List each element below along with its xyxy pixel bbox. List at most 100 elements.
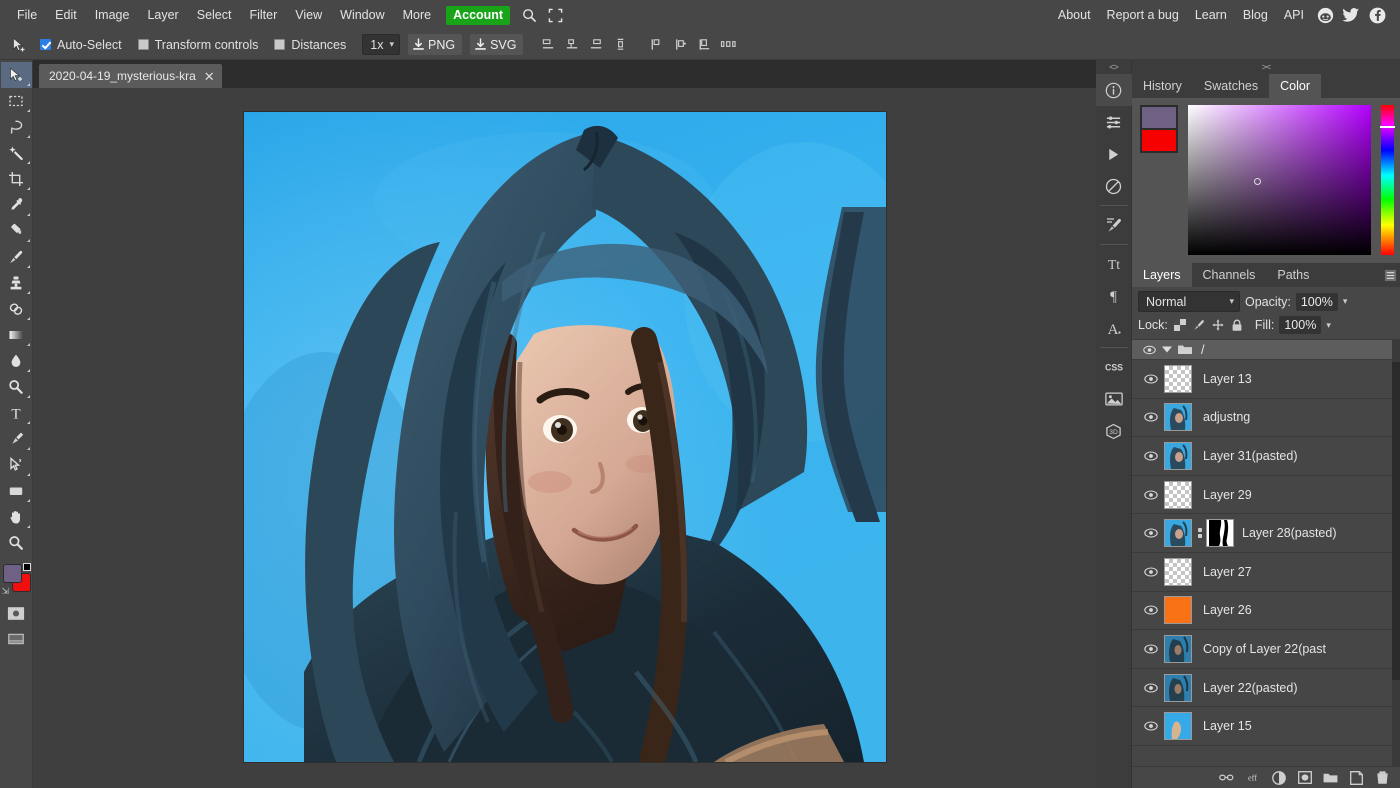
layer-thumbnail[interactable]	[1164, 480, 1192, 509]
lock-transparency-icon[interactable]	[1173, 318, 1187, 332]
layers-scrollbar[interactable]	[1392, 340, 1400, 766]
align-middle-icon[interactable]	[561, 34, 583, 56]
adjustments-sliders-icon[interactable]	[1096, 106, 1132, 138]
menu-select[interactable]: Select	[188, 0, 241, 30]
collapse-panels-icon[interactable]: ><	[1132, 60, 1400, 74]
layers-list[interactable]: / Layer 13 adjustng Layer 31(pasted) Lay…	[1132, 339, 1400, 766]
lock-position-icon[interactable]	[1211, 318, 1225, 332]
foreground-color-swatch[interactable]	[1140, 105, 1178, 130]
screen-mode-button[interactable]	[1, 626, 32, 652]
layer-thumbnail[interactable]	[1164, 596, 1192, 625]
color-swatches[interactable]: ⇲	[1, 562, 32, 596]
move-tool[interactable]	[0, 62, 32, 88]
color-picker-cursor[interactable]	[1254, 178, 1261, 185]
align-right-icon[interactable]	[693, 34, 715, 56]
eye-icon[interactable]	[1140, 567, 1162, 577]
link-mask-icon[interactable]	[1195, 528, 1204, 539]
menu-filter[interactable]: Filter	[240, 0, 286, 30]
menu-blog[interactable]: Blog	[1235, 0, 1276, 30]
pen-tool[interactable]	[1, 426, 32, 452]
table-row[interactable]: Layer 22(pasted)	[1132, 669, 1400, 708]
layer-name[interactable]: Copy of Layer 22(past	[1203, 642, 1326, 656]
export-png-button[interactable]: PNG	[407, 34, 463, 55]
paragraph-pilcrow-icon[interactable]: ¶	[1096, 280, 1132, 312]
lasso-tool[interactable]	[1, 114, 32, 140]
table-row[interactable]: Layer 29	[1132, 476, 1400, 515]
table-row[interactable]: Layer 27	[1132, 553, 1400, 592]
brush-tool[interactable]	[1, 244, 32, 270]
new-group-icon[interactable]	[1323, 770, 1338, 785]
canvas-area[interactable]	[33, 88, 1096, 788]
tab-swatches[interactable]: Swatches	[1192, 74, 1270, 98]
layer-name[interactable]: Layer 15	[1203, 719, 1252, 733]
eye-icon[interactable]	[1140, 490, 1162, 500]
layer-thumbnail[interactable]	[1164, 712, 1192, 741]
layer-group-root[interactable]: /	[1132, 340, 1400, 360]
layer-thumbnail[interactable]	[1164, 634, 1192, 663]
twitter-icon[interactable]	[1338, 0, 1364, 30]
clone-stamp-tool[interactable]	[1, 270, 32, 296]
paint-bucket-tool[interactable]	[1, 218, 32, 244]
eraser-tool[interactable]	[1, 296, 32, 322]
dodge-tool[interactable]	[1, 374, 32, 400]
character-tt-icon[interactable]: Tt	[1096, 248, 1132, 280]
hue-slider-marker[interactable]	[1380, 126, 1395, 128]
eyedropper-tool[interactable]	[1, 192, 32, 218]
color-picker-field[interactable]	[1188, 105, 1371, 255]
table-row[interactable]: Layer 28(pasted)	[1132, 514, 1400, 553]
menu-more[interactable]: More	[394, 0, 440, 30]
add-mask-icon[interactable]	[1297, 770, 1312, 785]
table-row[interactable]: Layer 31(pasted)	[1132, 437, 1400, 476]
table-row[interactable]: Layer 15	[1132, 707, 1400, 746]
tab-color[interactable]: Color	[1269, 74, 1321, 98]
eye-icon[interactable]	[1140, 451, 1162, 461]
actions-play-icon[interactable]	[1096, 138, 1132, 170]
shape-tool[interactable]	[1, 478, 32, 504]
eye-icon[interactable]	[1140, 644, 1162, 654]
menu-edit[interactable]: Edit	[46, 0, 86, 30]
layer-name[interactable]: Layer 28(pasted)	[1242, 526, 1337, 540]
blend-mode-select[interactable]: Normal ▾	[1138, 291, 1240, 312]
zoom-level-select[interactable]: 1x ▾	[362, 34, 400, 55]
layer-thumbnail[interactable]	[1164, 403, 1192, 432]
export-svg-button[interactable]: SVG	[470, 34, 524, 55]
adjustment-layer-icon[interactable]	[1271, 770, 1286, 785]
table-row[interactable]: Layer 26	[1132, 592, 1400, 631]
menu-window[interactable]: Window	[331, 0, 393, 30]
distribute-v-icon[interactable]	[609, 34, 631, 56]
delete-layer-icon[interactable]	[1375, 770, 1390, 785]
menu-report-a-bug[interactable]: Report a bug	[1099, 0, 1187, 30]
layer-name[interactable]: Layer 31(pasted)	[1203, 449, 1298, 463]
type-tool[interactable]: T	[1, 400, 32, 426]
layer-name[interactable]: Layer 27	[1203, 565, 1252, 579]
swap-colors-icon[interactable]: ⇲	[2, 587, 10, 596]
tab-layers[interactable]: Layers	[1132, 263, 1192, 287]
eye-icon[interactable]	[1140, 528, 1162, 538]
transform-controls-checkbox[interactable]: Transform controls	[137, 38, 258, 52]
eye-icon[interactable]	[1140, 605, 1162, 615]
fill-value[interactable]: 100%	[1279, 316, 1322, 334]
opacity-dropdown-icon[interactable]: ▾	[1343, 296, 1348, 307]
tab-history[interactable]: History	[1132, 74, 1193, 98]
eye-icon[interactable]	[1140, 412, 1162, 422]
menu-file[interactable]: File	[8, 0, 46, 30]
layer-thumbnail[interactable]	[1164, 441, 1192, 470]
layer-name[interactable]: Layer 13	[1203, 372, 1252, 386]
gradient-tool[interactable]	[1, 322, 32, 348]
opacity-value[interactable]: 100%	[1295, 292, 1338, 311]
layer-name[interactable]: Layer 26	[1203, 603, 1252, 617]
layer-thumbnail[interactable]	[1164, 519, 1192, 548]
foreground-color-swatch[interactable]	[2, 564, 22, 583]
css-icon[interactable]: CSS	[1096, 351, 1132, 383]
eye-icon[interactable]	[1143, 345, 1156, 355]
hue-slider[interactable]	[1380, 105, 1395, 255]
reddit-icon[interactable]	[1312, 0, 1338, 30]
image-icon[interactable]	[1096, 383, 1132, 415]
menu-layer[interactable]: Layer	[138, 0, 187, 30]
path-select-tool[interactable]	[1, 452, 32, 478]
background-color-swatch[interactable]	[1140, 130, 1178, 153]
auto-select-checkbox[interactable]: Auto-Select	[40, 38, 122, 52]
expand-panels-icon[interactable]: <>	[1109, 60, 1118, 74]
table-row[interactable]: Copy of Layer 22(past	[1132, 630, 1400, 669]
blur-tool[interactable]	[1, 348, 32, 374]
